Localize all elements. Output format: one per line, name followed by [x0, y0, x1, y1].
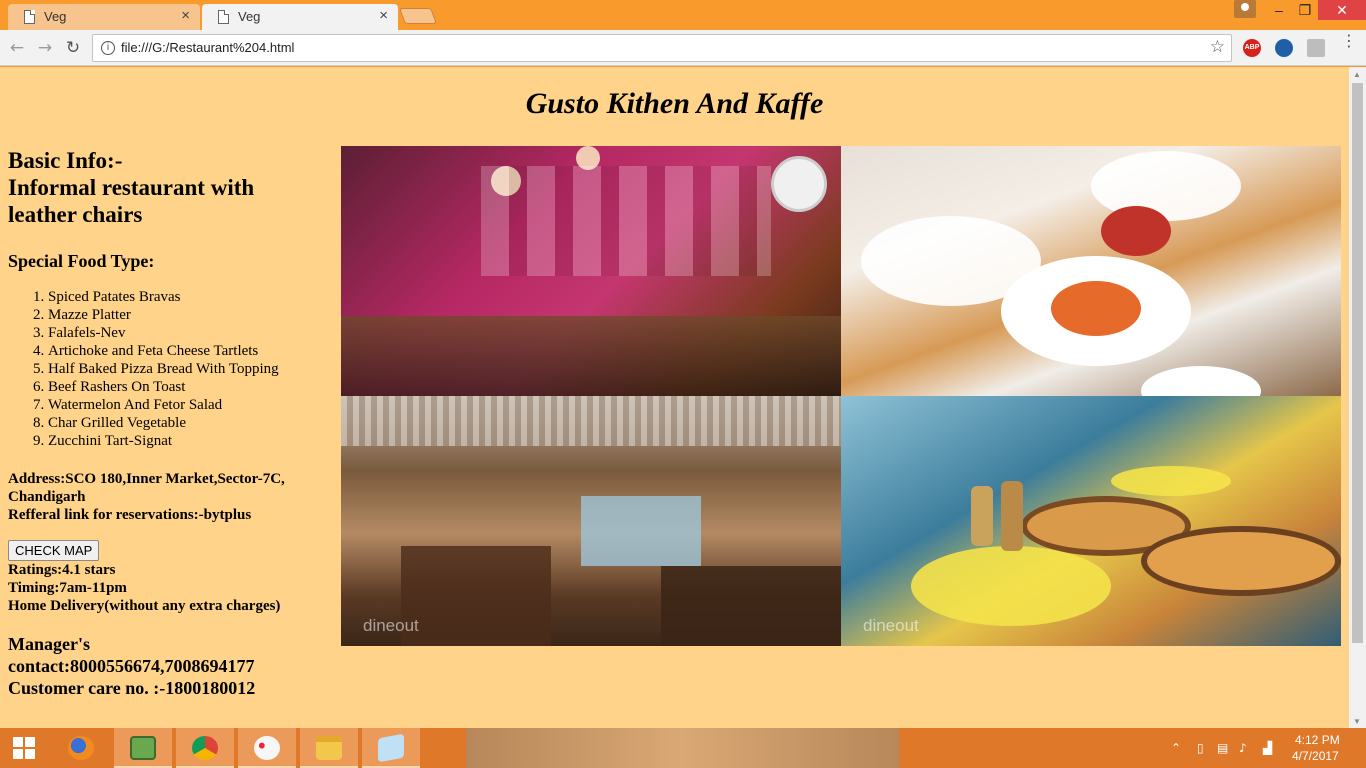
restaurant-interior-photo [341, 146, 841, 396]
food-item: Half Baked Pizza Bread With Topping [48, 360, 328, 378]
paint-icon[interactable] [238, 728, 296, 768]
new-tab-button[interactable] [399, 8, 437, 24]
ie-tab-icon[interactable] [1275, 39, 1293, 57]
tab-veg-2[interactable]: Veg × [202, 4, 398, 30]
system-tray: ⌃ ▯ ▤ ♪ ▟ 4:12 PM 4/7/2017 [1165, 728, 1366, 768]
manager-contact-text: Manager's contact:8000556674,7008694177 [8, 634, 255, 676]
windows-start-icon[interactable] [0, 728, 50, 768]
dineout-watermark: dineout [363, 616, 419, 635]
food-item: Char Grilled Vegetable [48, 414, 328, 432]
reload-icon[interactable]: ↻ [62, 37, 84, 59]
tab-label: Veg [238, 9, 261, 24]
home-delivery-text: Home Delivery(without any extra charges) [8, 598, 281, 614]
clock-date[interactable]: 4/7/2017 [1292, 749, 1339, 763]
system-monitor-icon[interactable] [114, 728, 172, 768]
food-item: Spiced Patates Bravas [48, 288, 328, 306]
firefox-icon[interactable] [52, 728, 110, 768]
adblock-icon[interactable]: ABP [1243, 39, 1261, 57]
info-column: Basic Info:- Informal restaurant with le… [8, 147, 328, 699]
contact-block: Manager's contact:8000556674,7008694177 … [8, 633, 328, 699]
document-icon [218, 10, 229, 24]
tab-label: Veg [44, 9, 67, 24]
file-explorer-icon[interactable] [300, 728, 358, 768]
ratings-text: Ratings:4.1 stars [8, 562, 116, 578]
maximize-button[interactable]: ❐ [1292, 0, 1318, 20]
scroll-up-icon[interactable]: ▲ [1353, 70, 1361, 79]
referral-text: Refferal link for reservations:-bytplus [8, 507, 252, 523]
chrome-icon[interactable] [176, 728, 234, 768]
volume-icon[interactable]: ♪ [1239, 741, 1247, 755]
pdf-extension-icon[interactable] [1307, 39, 1325, 57]
signal-icon[interactable]: ▟ [1263, 741, 1272, 755]
customer-care-text: Customer care no. :-1800180012 [8, 678, 256, 698]
clock-time[interactable]: 4:12 PM [1295, 733, 1340, 747]
special-food-heading: Special Food Type: [8, 251, 155, 271]
windows-taskbar: ⌃ ▯ ▤ ♪ ▟ 4:12 PM 4/7/2017 [0, 728, 1366, 768]
document-icon [24, 10, 35, 24]
notepad-icon[interactable] [362, 728, 420, 768]
battery-icon[interactable]: ▯ [1197, 741, 1204, 755]
browser-toolbar: ← → ↻ i file:///G:/Restaurant%204.html ☆… [0, 30, 1366, 66]
pizza-table-photo: dineout [841, 396, 1341, 646]
basic-info-label: Basic Info:- [8, 148, 123, 173]
forward-arrow-icon[interactable]: → [34, 37, 56, 59]
web-page: Gusto Kithen And Kaffe Basic Info:- Info… [0, 67, 1349, 728]
buffet-hall-photo: dineout [341, 396, 841, 646]
timing-text: Timing:7am-11pm [8, 580, 127, 596]
taskbar-preview-area [466, 728, 899, 768]
food-item: Zucchini Tart-Signat [48, 432, 328, 450]
bookmark-star-icon[interactable]: ☆ [1210, 37, 1225, 57]
basic-info-text: Informal restaurant with leather chairs [8, 175, 255, 227]
tab-veg-1[interactable]: Veg × [8, 4, 200, 30]
tab-close-icon[interactable]: × [379, 7, 388, 24]
basic-info-heading: Basic Info:- Informal restaurant with le… [8, 147, 328, 228]
check-map-button[interactable]: CHECK MAP [8, 540, 100, 561]
chrome-menu-icon[interactable]: ⋮ [1341, 33, 1357, 49]
food-list: Spiced Patates Bravas Mazze Platter Fala… [8, 288, 328, 450]
address-text: Address:SCO 180,Inner Market,Sector-7C, … [8, 471, 285, 505]
food-item: Artichoke and Feta Cheese Tartlets [48, 342, 328, 360]
info-icon[interactable]: i [101, 41, 115, 55]
page-scrollbar[interactable]: ▲ ▼ [1349, 67, 1366, 728]
food-item: Mazze Platter [48, 306, 328, 324]
minimize-button[interactable]: – [1266, 0, 1292, 20]
tab-close-icon[interactable]: × [181, 7, 190, 24]
url-text[interactable]: file:///G:/Restaurant%204.html [121, 40, 294, 55]
browser-titlebar: Veg × Veg × – ❐ ✕ [0, 0, 1366, 30]
page-title: Gusto Kithen And Kaffe [525, 87, 824, 120]
plated-food-photo [841, 146, 1341, 396]
address-block: Address:SCO 180,Inner Market,Sector-7C, … [8, 470, 328, 524]
food-item: Watermelon And Fetor Salad [48, 396, 328, 414]
network-icon[interactable]: ▤ [1217, 741, 1228, 755]
address-bar[interactable]: i file:///G:/Restaurant%204.html ☆ [92, 34, 1232, 62]
tray-expand-icon[interactable]: ⌃ [1171, 741, 1181, 755]
food-item: Falafels-Nev [48, 324, 328, 342]
user-profile-icon[interactable] [1234, 0, 1256, 18]
scroll-down-icon[interactable]: ▼ [1353, 717, 1361, 726]
food-item: Beef Rashers On Toast [48, 378, 328, 396]
back-arrow-icon[interactable]: ← [6, 37, 28, 59]
scrollbar-thumb[interactable] [1352, 83, 1363, 643]
photo-gallery: dineout dineout [341, 146, 1341, 646]
dineout-watermark: dineout [863, 616, 919, 635]
close-button[interactable]: ✕ [1318, 0, 1366, 20]
